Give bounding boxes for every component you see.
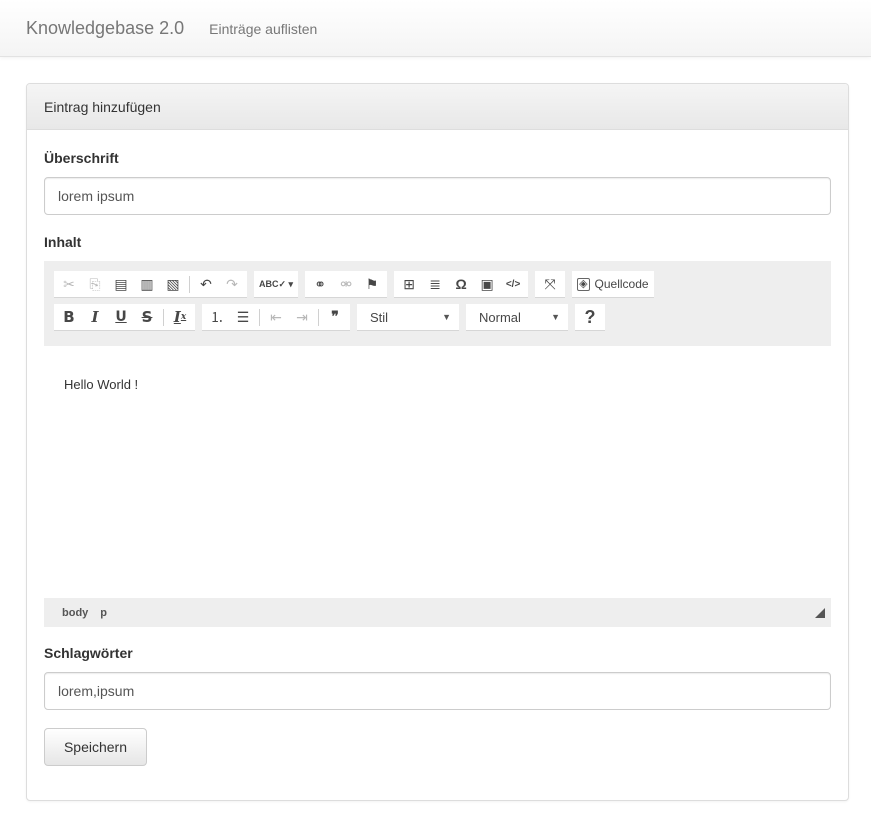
undo-icon[interactable]: ↶ [193, 272, 219, 297]
spellcheck-group: ABC✓ ▾ [254, 271, 299, 298]
editor-toolbar: ✂ ⎘ ▤ ▥ ▧ ↶ ↷ ABC✓ ▾ ⚭ ⚮ ⚑ ⊞ ≣ Ω ▣ </> ⤧… [44, 261, 831, 346]
special-char-icon[interactable]: Ω [448, 272, 474, 297]
cut-icon[interactable]: ✂ [56, 272, 82, 297]
clipboard-group: ✂ ⎘ ▤ ▥ ▧ ↶ ↷ [54, 271, 247, 298]
panel-heading: Eintrag hinzufügen [27, 84, 848, 130]
underline-button[interactable]: U [108, 305, 134, 330]
italic-button[interactable]: I [82, 305, 108, 330]
redo-icon[interactable]: ↷ [219, 272, 245, 297]
link-icon[interactable]: ⚭ [307, 272, 333, 297]
toolbar-row-2: B I U S Ix ⒈ ☰ ⇤ ⇥ ❞ Stil ▼ Normal ▼ ? [54, 301, 821, 334]
toolbar-separator [189, 275, 190, 293]
basicstyles-group: B I U S Ix [54, 304, 195, 331]
style-combo[interactable]: Stil ▼ [357, 304, 459, 331]
indent-icon[interactable]: ⇥ [289, 305, 315, 330]
paste-word-icon[interactable]: ▧ [160, 272, 186, 297]
source-group: ◈ Quellcode [572, 271, 654, 298]
maximize-icon[interactable]: ⤧ [537, 272, 563, 297]
title-label: Überschrift [44, 150, 119, 166]
toolbar-separator [259, 308, 260, 326]
brand-link[interactable]: Knowledgebase 2.0 [26, 18, 184, 39]
spellcheck-icon[interactable]: ABC✓ ▾ [256, 272, 296, 297]
help-icon[interactable]: ? [577, 305, 603, 330]
path-p[interactable]: p [100, 607, 107, 619]
toolbar-row-1: ✂ ⎘ ▤ ▥ ▧ ↶ ↷ ABC✓ ▾ ⚭ ⚮ ⚑ ⊞ ≣ Ω ▣ </> ⤧… [54, 268, 821, 301]
about-group: ? [575, 304, 605, 331]
chevron-down-icon: ▼ [551, 312, 560, 322]
content-label: Inhalt [44, 234, 82, 250]
links-group: ⚭ ⚮ ⚑ [305, 271, 388, 298]
title-input[interactable] [44, 177, 831, 215]
tools-group: ⤧ [535, 271, 566, 298]
tags-input[interactable] [44, 672, 831, 710]
source-icon: ◈ [577, 277, 590, 291]
save-button[interactable]: Speichern [44, 728, 147, 766]
strike-button[interactable]: S [134, 305, 160, 330]
paste-text-icon[interactable]: ▥ [134, 272, 160, 297]
bold-button[interactable]: B [56, 305, 82, 330]
unlink-icon[interactable]: ⚮ [333, 272, 359, 297]
insert-group: ⊞ ≣ Ω ▣ </> [394, 271, 529, 298]
paste-icon[interactable]: ▤ [108, 272, 134, 297]
format-combo-label: Normal [479, 309, 521, 325]
rich-text-editor: ✂ ⎘ ▤ ▥ ▧ ↶ ↷ ABC✓ ▾ ⚭ ⚮ ⚑ ⊞ ≣ Ω ▣ </> ⤧… [44, 261, 831, 627]
paragraph-group: ⒈ ☰ ⇤ ⇥ ❞ [202, 304, 350, 331]
editor-content-text: Hello World ! [64, 377, 139, 392]
numbered-list-icon[interactable]: ⒈ [204, 305, 230, 330]
tags-label: Schlagwörter [44, 645, 133, 661]
toolbar-separator [163, 308, 164, 326]
editor-statusbar: body p [44, 598, 831, 627]
bulleted-list-icon[interactable]: ☰ [230, 305, 256, 330]
source-label: Quellcode [594, 277, 649, 291]
resize-handle-icon[interactable] [815, 608, 825, 618]
horizontal-line-icon[interactable]: ≣ [422, 272, 448, 297]
style-combo-label: Stil [370, 309, 389, 325]
top-navbar: Knowledgebase 2.0 Einträge auflisten [0, 0, 871, 57]
code-snippet-icon[interactable]: </> [500, 272, 526, 297]
nav-link-list-entries[interactable]: Einträge auflisten [209, 21, 317, 37]
add-entry-panel: Eintrag hinzufügen Überschrift Inhalt ✂ … [26, 83, 849, 801]
remove-format-button[interactable]: Ix [167, 305, 193, 330]
table-icon[interactable]: ⊞ [396, 272, 422, 297]
path-body[interactable]: body [62, 607, 88, 619]
image-icon[interactable]: ▣ [474, 272, 500, 297]
anchor-flag-icon[interactable]: ⚑ [359, 272, 385, 297]
source-button[interactable]: ◈ Quellcode [574, 272, 652, 297]
outdent-icon[interactable]: ⇤ [263, 305, 289, 330]
chevron-down-icon: ▼ [442, 312, 451, 322]
format-combo[interactable]: Normal ▼ [466, 304, 568, 331]
blockquote-icon[interactable]: ❞ [322, 305, 348, 330]
editor-content-area[interactable]: Hello World ! [44, 346, 831, 598]
toolbar-separator [318, 308, 319, 326]
copy-icon[interactable]: ⎘ [82, 272, 108, 297]
